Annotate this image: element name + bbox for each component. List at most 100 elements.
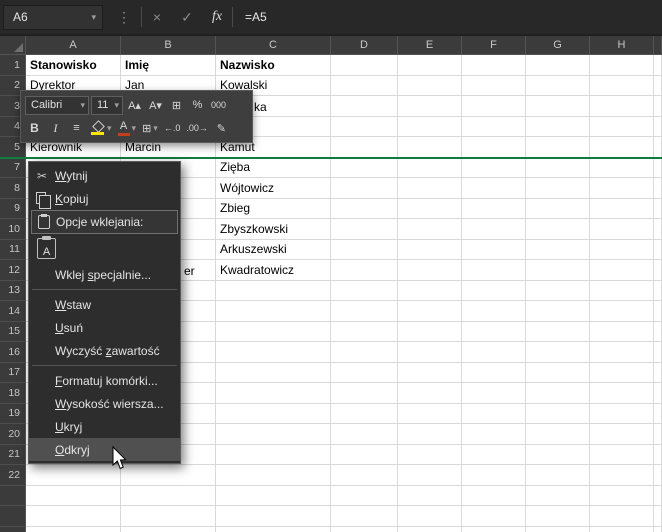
cell[interactable] <box>654 55 662 76</box>
cell-h15[interactable] <box>590 321 654 342</box>
increase-font-icon[interactable]: A▴ <box>125 95 144 115</box>
cell-h12[interactable] <box>590 260 654 281</box>
paste-option-button[interactable]: A <box>29 234 180 263</box>
cell-c18[interactable] <box>216 383 331 404</box>
cell-d4[interactable] <box>331 116 398 137</box>
cell-g8[interactable] <box>526 178 590 199</box>
cell-g14[interactable] <box>526 301 590 322</box>
cell-f1[interactable] <box>462 55 526 76</box>
row-header-1[interactable]: 1 <box>0 55 26 76</box>
cell-d19[interactable] <box>331 403 398 424</box>
cell-d16[interactable] <box>331 342 398 363</box>
cell-f20[interactable] <box>462 424 526 445</box>
row-header[interactable] <box>0 526 26 532</box>
align-icon[interactable]: ≡ <box>67 118 86 138</box>
cell-g15[interactable] <box>526 321 590 342</box>
cell[interactable] <box>654 444 662 465</box>
cell-h4[interactable] <box>590 116 654 137</box>
cell-e1[interactable] <box>398 55 462 76</box>
row-header[interactable] <box>0 506 26 527</box>
cell-f7[interactable] <box>462 157 526 178</box>
cell-c13[interactable] <box>216 280 331 301</box>
cell[interactable] <box>590 506 654 527</box>
cell-c7[interactable]: Zięba <box>216 157 331 178</box>
cell[interactable] <box>331 526 398 532</box>
cell-f9[interactable] <box>462 198 526 219</box>
cell[interactable] <box>654 239 662 260</box>
percent-style-icon[interactable]: % <box>188 95 207 115</box>
cell-b22[interactable] <box>121 465 216 486</box>
name-box[interactable]: A6 ▾ <box>3 4 103 30</box>
cell-e13[interactable] <box>398 280 462 301</box>
bold-icon[interactable]: B <box>25 118 44 138</box>
column-header-a[interactable]: A <box>26 36 121 54</box>
cell-d1[interactable] <box>331 55 398 76</box>
cell[interactable] <box>654 301 662 322</box>
cell-d3[interactable] <box>331 96 398 117</box>
cell-f14[interactable] <box>462 301 526 322</box>
cell-h7[interactable] <box>590 157 654 178</box>
cell-c8[interactable]: Wójtowicz <box>216 178 331 199</box>
menu-item-odkryj[interactable]: Odkryj <box>29 438 180 461</box>
cell-h8[interactable] <box>590 178 654 199</box>
cell-f12[interactable] <box>462 260 526 281</box>
row-header-10[interactable]: 10 <box>0 219 26 240</box>
row-header-8[interactable]: 8 <box>0 178 26 199</box>
menu-item-wyczyść-zawartość[interactable]: Wyczyść zawartość <box>29 339 180 362</box>
cell-h17[interactable] <box>590 362 654 383</box>
cell[interactable] <box>654 485 662 506</box>
row-header-9[interactable]: 9 <box>0 198 26 219</box>
cell-g3[interactable] <box>526 96 590 117</box>
cell-h13[interactable] <box>590 280 654 301</box>
cell-g1[interactable] <box>526 55 590 76</box>
cell-f22[interactable] <box>462 465 526 486</box>
cell-d14[interactable] <box>331 301 398 322</box>
column-header-b[interactable]: B <box>121 36 216 54</box>
cell[interactable] <box>654 219 662 240</box>
cell[interactable] <box>654 526 662 532</box>
cell-c11[interactable]: Arkuszewski <box>216 239 331 260</box>
row-header-20[interactable]: 20 <box>0 424 26 445</box>
cell[interactable] <box>654 424 662 445</box>
cell[interactable] <box>526 526 590 532</box>
menu-item-formatuj-komórki[interactable]: Formatuj komórki... <box>29 369 180 392</box>
cell-g2[interactable] <box>526 75 590 96</box>
row-header-14[interactable]: 14 <box>0 301 26 322</box>
italic-icon[interactable]: I <box>46 118 65 138</box>
cell-c21[interactable] <box>216 444 331 465</box>
cell-h18[interactable] <box>590 383 654 404</box>
decrease-decimal-icon[interactable]: ←.0 <box>162 118 183 138</box>
cell-g20[interactable] <box>526 424 590 445</box>
cell-f4[interactable] <box>462 116 526 137</box>
column-header-e[interactable]: E <box>398 36 462 54</box>
cell-h5[interactable] <box>590 137 654 158</box>
cell-a1[interactable]: Stanowisko <box>26 55 121 76</box>
cell[interactable] <box>526 506 590 527</box>
column-header-f[interactable]: F <box>462 36 526 54</box>
cell[interactable] <box>654 96 662 117</box>
row-header-17[interactable]: 17 <box>0 362 26 383</box>
column-header-h[interactable]: H <box>590 36 654 54</box>
cell-c14[interactable] <box>216 301 331 322</box>
row-header-21[interactable]: 21 <box>0 444 26 465</box>
cell[interactable] <box>654 157 662 178</box>
cell-f11[interactable] <box>462 239 526 260</box>
cell-f5[interactable] <box>462 137 526 158</box>
cell-g17[interactable] <box>526 362 590 383</box>
cell-d10[interactable] <box>331 219 398 240</box>
menu-item-usuń[interactable]: Usuń <box>29 316 180 339</box>
cell[interactable] <box>26 506 121 527</box>
menu-item-kopiuj[interactable]: Kopiuj <box>29 187 180 210</box>
cell-e15[interactable] <box>398 321 462 342</box>
cell-f19[interactable] <box>462 403 526 424</box>
menu-item-ukryj[interactable]: Ukryj <box>29 415 180 438</box>
column-header-g[interactable]: G <box>526 36 590 54</box>
cell-d21[interactable] <box>331 444 398 465</box>
cell-e10[interactable] <box>398 219 462 240</box>
cell-c22[interactable] <box>216 465 331 486</box>
select-all-corner[interactable] <box>0 36 26 54</box>
row-header-7[interactable]: 7 <box>0 157 26 178</box>
cell-e12[interactable] <box>398 260 462 281</box>
cell-c9[interactable]: Zbieg <box>216 198 331 219</box>
format-painter-icon[interactable]: ✎ <box>212 118 231 138</box>
